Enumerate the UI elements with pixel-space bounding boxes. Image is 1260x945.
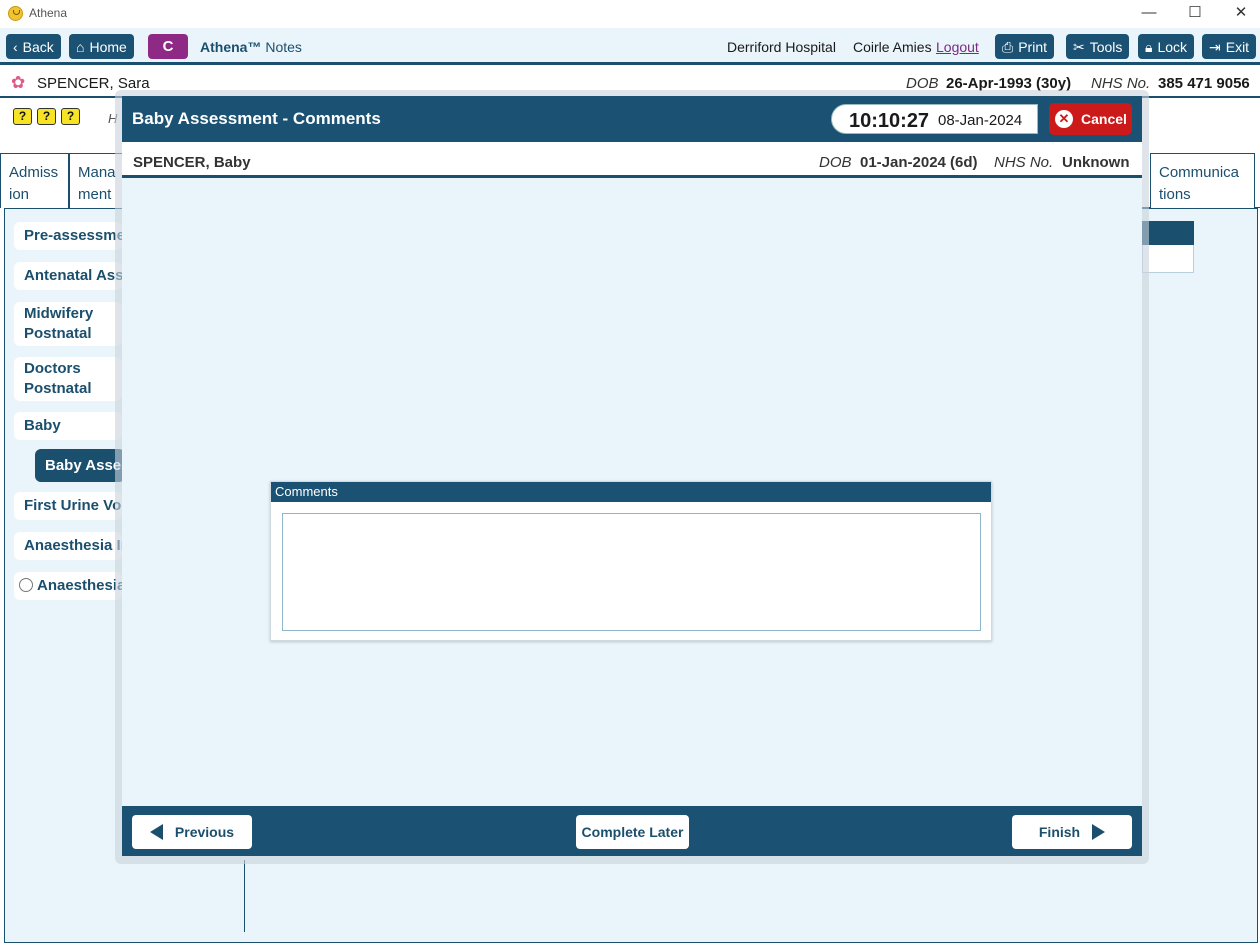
maximize-button[interactable]: ☐ — [1172, 0, 1218, 28]
lock-button[interactable]: 🔒︎ Lock — [1138, 34, 1195, 59]
tools-button[interactable]: ✂ Tools — [1066, 34, 1130, 59]
c-button[interactable]: C — [148, 34, 188, 59]
previous-label: Previous — [174, 824, 235, 840]
baby-nhs-number: Unknown — [1062, 154, 1130, 171]
comments-header: Comments — [271, 482, 991, 502]
baby-name: SPENCER, Baby — [133, 154, 251, 171]
exit-icon: ⇥ — [1209, 38, 1221, 55]
logout-link[interactable]: Logout — [936, 39, 979, 55]
back-label: Back — [22, 38, 54, 55]
sidebar-item-anaesthesia-interventions[interactable]: Anaesthesia Interventions — [14, 532, 122, 560]
alert-question-icon[interactable]: ? — [13, 108, 32, 125]
tab-admission[interactable]: Admiss ion — [0, 153, 69, 208]
lock-icon: 🔒︎ — [1145, 38, 1153, 55]
previous-button[interactable]: Previous — [132, 815, 252, 849]
flower-icon: ✿ — [11, 73, 26, 92]
alert-question-icon[interactable]: ? — [37, 108, 56, 125]
right-panel-box — [1142, 245, 1194, 273]
window-title-bar: Athena — ☐ ✕ — [0, 0, 1260, 28]
sidebar-item-baby[interactable]: Baby — [14, 412, 122, 440]
dialog-title: Baby Assessment - Comments — [132, 109, 381, 128]
app-brand: Athena™ Notes — [200, 39, 302, 55]
sidebar-item-doctors-postnatal[interactable]: Doctors Postnatal Assessments — [14, 357, 122, 401]
dialog-clock: 10:10:27 08-Jan-2024 — [831, 104, 1038, 134]
divider-line — [244, 860, 245, 932]
baby-nhs-label: NHS No. — [994, 154, 1054, 171]
dialog-footer: Previous Complete Later Finish — [122, 806, 1142, 856]
baby-assessment-comments-dialog: Baby Assessment - Comments 10:10:27 08-J… — [122, 96, 1142, 856]
tools-icon: ✂ — [1073, 38, 1085, 55]
cancel-label: Cancel — [1081, 111, 1127, 127]
patient-nhs-number: 385 471 9056 — [1158, 75, 1250, 92]
main-toolbar: ‹ Back ⌂ Home C Athena™ Notes Derriford … — [0, 28, 1260, 65]
arrow-left-icon — [149, 824, 163, 840]
complete-later-button[interactable]: Complete Later — [576, 815, 689, 849]
complete-later-label: Complete Later — [581, 824, 684, 840]
tab-communications[interactable]: Communica tions — [1150, 153, 1255, 208]
exit-button[interactable]: ⇥ Exit — [1202, 34, 1257, 59]
chevron-left-icon: ‹ — [13, 38, 18, 55]
home-button[interactable]: ⌂ Home — [69, 34, 134, 59]
dialog-header: Baby Assessment - Comments 10:10:27 08-J… — [122, 96, 1142, 142]
printer-icon: ⎙ — [1002, 38, 1014, 55]
baby-dob-label: DOB — [819, 154, 852, 171]
sidebar-item-baby-assessment[interactable]: Baby Assessment — [35, 449, 125, 482]
hospital-name: Derriford Hospital — [727, 39, 836, 55]
finish-button[interactable]: Finish — [1012, 815, 1132, 849]
baby-dob: 01-Jan-2024 (6d) — [860, 154, 978, 171]
close-circle-icon: ✕ — [1055, 110, 1073, 128]
minimize-button[interactable]: — — [1126, 0, 1172, 28]
tools-label: Tools — [1089, 38, 1123, 55]
comments-card: Comments — [270, 481, 992, 641]
arrow-right-icon — [1092, 824, 1106, 840]
alert-question-icon[interactable]: ? — [61, 108, 80, 125]
sidebar-item-pre-assessment[interactable]: Pre-assessment — [14, 222, 122, 250]
sidebar-item-label: Anaesthesia — [37, 577, 122, 594]
window-title: Athena — [29, 6, 68, 20]
brand-suffix: Notes — [265, 39, 302, 55]
sidebar-item-anaesthesia[interactable]: Anaesthesia — [14, 572, 122, 600]
user-name: Coirle Amies — [853, 39, 932, 55]
back-button[interactable]: ‹ Back — [6, 34, 61, 59]
home-label: Home — [89, 38, 127, 55]
radio-icon — [19, 578, 33, 592]
print-label: Print — [1018, 38, 1047, 55]
sidebar-item-midwifery-postnatal[interactable]: Midwifery Postnatal Assessments — [14, 302, 122, 346]
brand-name: Athena™ — [200, 39, 262, 55]
alert-icons: ? ? ? — [13, 108, 80, 125]
cancel-button[interactable]: ✕ Cancel — [1049, 103, 1132, 135]
close-window-button[interactable]: ✕ — [1218, 0, 1260, 28]
right-panel-header — [1142, 221, 1194, 245]
print-button[interactable]: ⎙ Print — [995, 34, 1054, 59]
home-icon: ⌂ — [76, 38, 85, 55]
lock-label: Lock — [1157, 38, 1188, 55]
comments-textarea[interactable] — [282, 513, 981, 631]
dialog-date: 08-Jan-2024 — [938, 112, 1023, 129]
sidebar-item-first-urine-void[interactable]: First Urine Void — [14, 492, 122, 520]
exit-label: Exit — [1225, 38, 1250, 55]
dialog-time: 10:10:27 — [849, 110, 930, 132]
sidebar-item-antenatal[interactable]: Antenatal Assessments — [14, 262, 122, 290]
baby-banner: SPENCER, Baby DOB 01-Jan-2024 (6d) NHS N… — [122, 142, 1142, 178]
athena-logo-icon — [8, 6, 23, 21]
finish-label: Finish — [1038, 824, 1081, 840]
